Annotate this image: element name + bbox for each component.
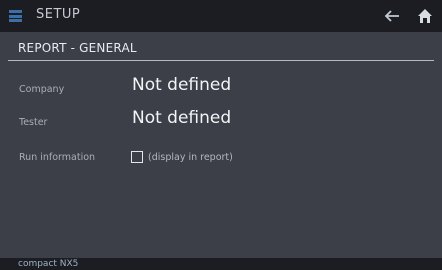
- top-bar: SETUP: [0, 0, 442, 32]
- home-icon[interactable]: [417, 8, 433, 24]
- display-in-report-checkbox[interactable]: [131, 151, 143, 163]
- run-information-label: Run information: [19, 152, 96, 163]
- section-divider: [8, 60, 434, 61]
- tester-label: Tester: [19, 117, 48, 128]
- company-value[interactable]: Not defined: [132, 75, 231, 95]
- list-icon[interactable]: [9, 10, 22, 22]
- arrow-left-icon[interactable]: [383, 8, 401, 24]
- section-title: REPORT - GENERAL: [18, 41, 137, 55]
- company-label: Company: [19, 84, 65, 95]
- footer-bar: compact NX5: [0, 258, 442, 270]
- device-name: compact NX5: [18, 259, 79, 269]
- app-title: SETUP: [36, 7, 81, 22]
- tester-value[interactable]: Not defined: [132, 108, 231, 128]
- display-in-report-text: (display in report): [148, 152, 233, 163]
